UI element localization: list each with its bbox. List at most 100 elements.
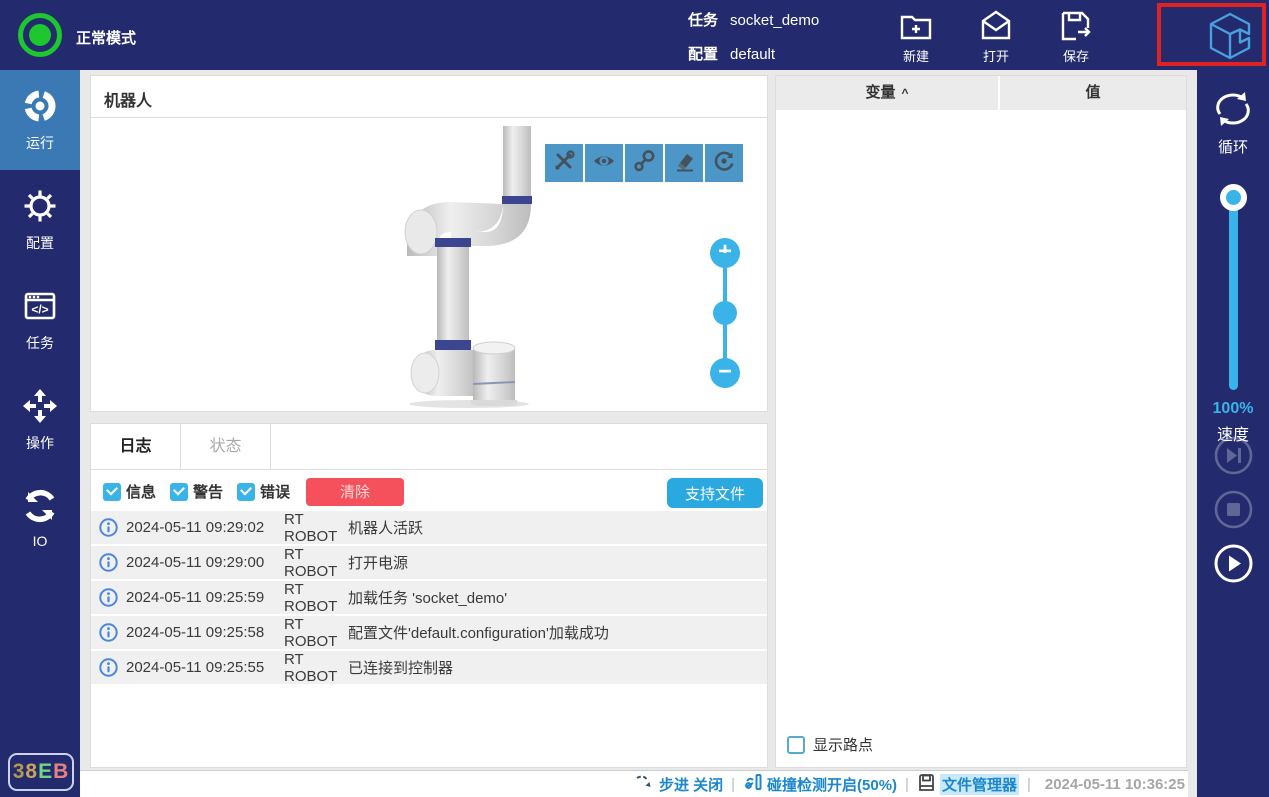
log-time: 2024-05-11 09:25:55 <box>126 659 265 676</box>
speed-slider-handle[interactable] <box>1220 184 1247 211</box>
eye-icon <box>592 149 616 178</box>
tab-status[interactable]: 状态 <box>181 424 271 469</box>
play-button[interactable] <box>1214 544 1253 583</box>
view-tools-button[interactable] <box>545 144 583 182</box>
value-column-header[interactable]: 值 <box>1000 76 1186 110</box>
info-icon <box>99 588 118 607</box>
zoom-out-button[interactable]: − <box>710 358 740 388</box>
loop-label: 循环 <box>1217 139 1248 156</box>
file-manager-label: 文件管理器 <box>939 773 1019 795</box>
log-entry-row[interactable]: 2024-05-11 09:25:59 RT ROBOT 加载任务 'socke… <box>91 580 767 615</box>
view-erase-button[interactable] <box>665 144 703 182</box>
sidebar-item-io[interactable]: IO <box>0 470 80 570</box>
log-source: RT ROBOT <box>284 615 338 650</box>
eraser-icon <box>672 149 696 178</box>
task-value: socket_demo <box>730 12 820 29</box>
filter-info-checkbox[interactable]: 信息 <box>103 481 156 502</box>
log-entries: 2024-05-11 09:29:02 RT ROBOT 机器人活跃 2024-… <box>91 510 767 685</box>
log-message: 配置文件'default.configuration'加载成功 <box>348 625 609 642</box>
mode-label: 正常模式 <box>76 30 137 47</box>
log-filter-row: 信息 警告 错误 清除 支持文件 <box>91 470 767 508</box>
open-button-label: 打开 <box>982 49 1009 64</box>
view-toolbar <box>545 144 743 182</box>
log-message: 机器人活跃 <box>348 520 424 537</box>
view-rotate-button[interactable] <box>705 144 743 182</box>
task-key: 任务 <box>688 12 719 29</box>
status-dot <box>29 24 51 46</box>
sidebar-item-label: 操作 <box>26 435 54 451</box>
open-task-button[interactable]: 打开 <box>964 8 1028 64</box>
show-waypoints-checkbox[interactable]: 显示路点 <box>787 734 873 755</box>
new-folder-icon <box>884 8 948 44</box>
log-source: RT ROBOT <box>284 510 338 545</box>
variable-column-header[interactable]: 变量 ^ <box>776 76 998 110</box>
filter-label: 警告 <box>193 484 224 501</box>
loop-refresh-icon <box>1197 88 1269 130</box>
new-button-label: 新建 <box>902 49 929 64</box>
collision-detection-status[interactable]: 碰撞检测开启(50%) <box>743 772 897 796</box>
value-column-label: 值 <box>1085 84 1101 101</box>
sidebar-item-run[interactable]: 运行 <box>0 70 80 170</box>
code-window-icon: </> <box>0 287 80 325</box>
path-icon <box>632 149 656 178</box>
sidebar-item-label: 运行 <box>26 135 54 151</box>
verification-code-badge: 38EB <box>8 753 74 791</box>
skip-icon <box>1214 436 1253 479</box>
robot-status-light <box>18 13 62 57</box>
collision-label: 碰撞检测开启(50%) <box>767 776 898 794</box>
filter-warning-checkbox[interactable]: 警告 <box>170 481 223 502</box>
sidebar-item-task[interactable]: </> 任务 <box>0 270 80 370</box>
move-arrows-icon <box>0 387 80 425</box>
filter-error-checkbox[interactable]: 错误 <box>237 481 290 502</box>
log-entry-row[interactable]: 2024-05-11 09:25:58 RT ROBOT 配置文件'defaul… <box>91 615 767 650</box>
step-forward-button[interactable] <box>1214 436 1253 475</box>
task-row: 任务 socket_demo <box>688 9 819 30</box>
log-message: 加载任务 'socket_demo' <box>348 590 508 607</box>
log-entry-row[interactable]: 2024-05-11 09:29:00 RT ROBOT 打开电源 <box>91 546 767 580</box>
play-icon <box>1214 544 1253 587</box>
sidebar-item-operate[interactable]: 操作 <box>0 370 80 470</box>
tab-log[interactable]: 日志 <box>91 424 181 469</box>
show-waypoints-label: 显示路点 <box>813 737 874 754</box>
status-timestamp: 2024-05-11 10:36:25 <box>1044 775 1185 793</box>
log-time: 2024-05-11 09:29:02 <box>126 519 265 536</box>
save-button-label: 保存 <box>1062 49 1089 64</box>
tools-icon <box>552 149 576 178</box>
step-mode-label: 步进 关闭 <box>658 776 724 794</box>
separator: | <box>905 775 909 793</box>
log-source: RT ROBOT <box>284 580 338 615</box>
speed-percent: 100% <box>1212 400 1254 417</box>
log-source: RT ROBOT <box>284 650 338 685</box>
checkbox-checked-icon <box>237 482 256 501</box>
stop-icon <box>1214 490 1253 533</box>
loop-button[interactable]: 循环 <box>1197 70 1269 157</box>
log-time: 2024-05-11 09:29:00 <box>126 554 265 571</box>
brand-logo-highlight-box[interactable] <box>1157 3 1266 66</box>
file-manager-button[interactable]: 文件管理器 <box>917 773 1019 796</box>
log-tabs: 日志 状态 <box>91 424 767 470</box>
view-visibility-button[interactable] <box>585 144 623 182</box>
stop-button[interactable] <box>1214 490 1253 529</box>
save-floppy-icon <box>1044 8 1108 44</box>
view-path-button[interactable] <box>625 144 663 182</box>
clear-log-button[interactable]: 清除 <box>306 477 405 506</box>
save-task-button[interactable]: 保存 <box>1044 8 1108 64</box>
checkbox-checked-icon <box>103 482 121 501</box>
sidebar-item-label: IO <box>32 533 48 549</box>
log-entry-row[interactable]: 2024-05-11 09:25:55 RT ROBOT 已连接到控制器 <box>91 650 767 685</box>
robot-panel-title: 机器人 <box>91 76 767 118</box>
filter-label: 错误 <box>260 484 291 501</box>
step-mode-status[interactable]: 步进 关闭 <box>635 773 723 795</box>
sidebar-item-config[interactable]: 配置 <box>0 170 80 270</box>
new-task-button[interactable]: 新建 <box>884 8 948 64</box>
zoom-slider-handle[interactable] <box>713 301 737 325</box>
speed-slider-track[interactable] <box>1229 198 1238 390</box>
separator: | <box>731 775 736 793</box>
robot-arm-3d-view[interactable] <box>349 126 549 416</box>
sidebar-item-label: 配置 <box>26 235 54 251</box>
support-file-button[interactable]: 支持文件 <box>667 478 763 508</box>
variable-column-label: 变量 <box>865 84 896 101</box>
info-icon <box>99 518 118 537</box>
svg-text:</>: </> <box>31 303 48 317</box>
log-entry-row[interactable]: 2024-05-11 09:29:02 RT ROBOT 机器人活跃 <box>91 510 767 545</box>
